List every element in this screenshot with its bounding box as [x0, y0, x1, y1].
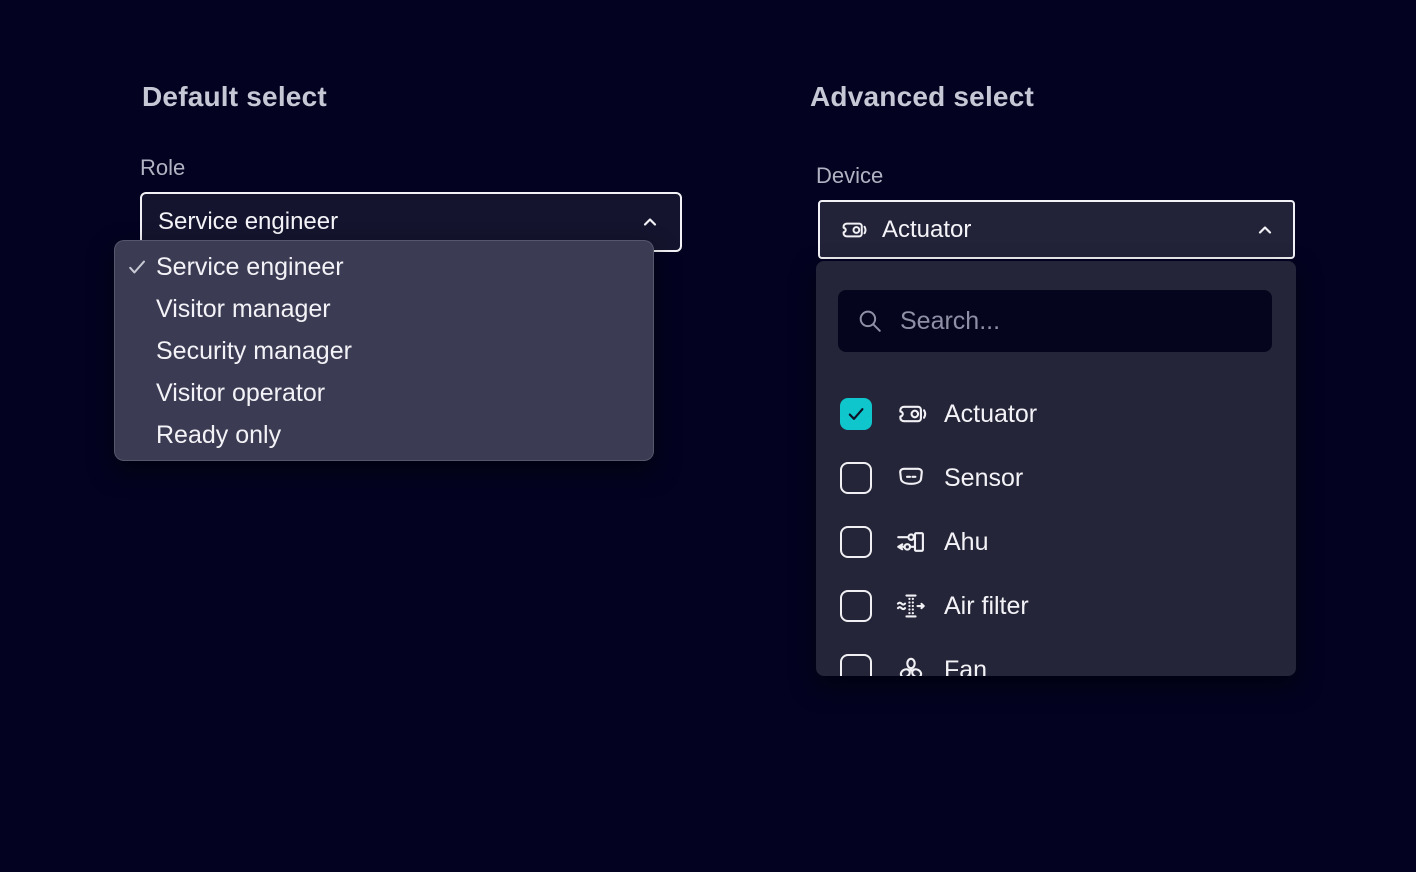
role-dropdown: Service engineer Visitor manager Securit…: [114, 240, 654, 461]
option-label: Security manager: [156, 337, 352, 366]
advanced-select-heading: Advanced select: [810, 81, 1034, 113]
device-option-label: Fan: [944, 656, 987, 677]
device-option-ahu[interactable]: Ahu: [816, 510, 1296, 574]
device-option-list: Actuator Sensor: [816, 382, 1296, 676]
checkbox[interactable]: [840, 654, 872, 676]
device-option-actuator[interactable]: Actuator: [816, 382, 1296, 446]
actuator-icon: [894, 397, 928, 431]
option-ready-only[interactable]: Ready only: [115, 414, 653, 456]
device-option-air-filter[interactable]: Air filter: [816, 574, 1296, 638]
search-input[interactable]: [900, 307, 1254, 336]
device-label: Device: [816, 163, 883, 189]
check-icon: [127, 257, 147, 277]
option-security-manager[interactable]: Security manager: [115, 330, 653, 372]
role-label: Role: [140, 155, 185, 181]
device-dropdown: Actuator Sensor: [816, 261, 1296, 676]
device-option-label: Actuator: [944, 400, 1037, 429]
device-option-fan[interactable]: Fan: [816, 638, 1296, 676]
checkbox[interactable]: [840, 398, 872, 430]
role-select-value: Service engineer: [158, 208, 338, 236]
search-icon: [856, 307, 884, 335]
checkbox[interactable]: [840, 526, 872, 558]
search-field[interactable]: [838, 290, 1272, 352]
fan-icon: [894, 653, 928, 676]
chevron-up-icon: [1255, 220, 1275, 240]
option-visitor-manager[interactable]: Visitor manager: [115, 288, 653, 330]
actuator-icon: [838, 215, 868, 245]
device-option-label: Ahu: [944, 528, 988, 557]
device-option-label: Air filter: [944, 592, 1029, 621]
checkbox[interactable]: [840, 462, 872, 494]
option-label: Visitor manager: [156, 295, 331, 324]
option-service-engineer[interactable]: Service engineer: [115, 246, 653, 288]
device-option-label: Sensor: [944, 464, 1023, 493]
ahu-icon: [894, 525, 928, 559]
sensor-icon: [894, 461, 928, 495]
page-background: { "colors": { "background": "#030321", "…: [0, 0, 1416, 872]
check-icon: [844, 402, 868, 426]
air-filter-icon: [894, 589, 928, 623]
option-label: Service engineer: [156, 253, 344, 282]
option-label: Visitor operator: [156, 379, 325, 408]
device-option-sensor[interactable]: Sensor: [816, 446, 1296, 510]
device-select[interactable]: Actuator: [818, 200, 1295, 259]
chevron-up-icon: [640, 212, 660, 232]
default-select-heading: Default select: [142, 81, 327, 113]
option-label: Ready only: [156, 421, 281, 450]
device-select-value: Actuator: [882, 216, 971, 244]
checkbox[interactable]: [840, 590, 872, 622]
option-visitor-operator[interactable]: Visitor operator: [115, 372, 653, 414]
